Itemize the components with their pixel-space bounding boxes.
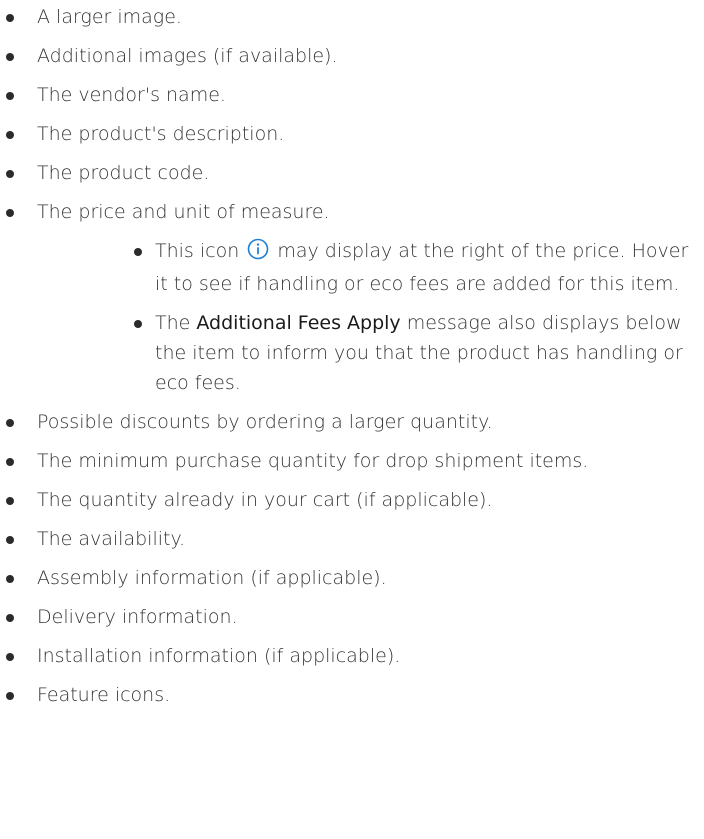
bullet: [6, 575, 14, 583]
additional-fees-label: Additional Fees Apply: [196, 312, 401, 334]
list-item-text: The minimum purchase quantity for drop s…: [37, 450, 589, 472]
bullet: [6, 692, 14, 700]
bullet: [6, 14, 14, 22]
list-item: Installation information (if applicable)…: [0, 641, 704, 671]
bullet: [6, 458, 14, 466]
list-item: The minimum purchase quantity for drop s…: [0, 446, 704, 476]
list-item: Delivery information.: [0, 602, 704, 632]
list-item-text: Feature icons.: [37, 684, 171, 706]
document-body: A larger image. Additional images (if av…: [0, 0, 704, 710]
list-item-text: The product's description.: [37, 123, 285, 145]
list-item: The product code.: [0, 158, 704, 188]
bullet: [6, 53, 14, 61]
info-circle-icon: [247, 238, 269, 269]
list-item-text: The quantity already in your cart (if ap…: [37, 489, 493, 511]
bullet: [134, 248, 142, 256]
product-details-list: A larger image. Additional images (if av…: [0, 2, 704, 710]
bullet: [6, 209, 14, 217]
bullet: [6, 419, 14, 427]
list-item-text: The availability.: [37, 528, 186, 550]
list-item-text: Possible discounts by ordering a larger …: [37, 411, 493, 433]
bullet: [6, 653, 14, 661]
bullet: [6, 497, 14, 505]
list-item-text: The vendor's name.: [37, 84, 226, 106]
sublist-text-before: The: [155, 312, 191, 334]
list-item: The quantity already in your cart (if ap…: [0, 485, 704, 515]
price-sublist: This icon may display at the right of th…: [37, 236, 704, 398]
list-item: A larger image.: [0, 2, 704, 32]
list-item: Feature icons.: [0, 680, 704, 710]
sublist-text-before: This icon: [155, 240, 240, 262]
list-item-text: Delivery information.: [37, 606, 238, 628]
list-item: The price and unit of measure. This icon…: [0, 197, 704, 398]
sublist-item-fees: The Additional Fees Apply message also d…: [37, 308, 704, 398]
list-item: The product's description.: [0, 119, 704, 149]
bullet: [6, 170, 14, 178]
bullet: [134, 320, 142, 328]
bullet: [6, 614, 14, 622]
list-item-text: The product code.: [37, 162, 210, 184]
sublist-item-info-icon: This icon may display at the right of th…: [37, 236, 704, 299]
list-item: Assembly information (if applicable).: [0, 563, 704, 593]
bullet: [6, 536, 14, 544]
list-item-text: A larger image.: [37, 6, 182, 28]
list-item: The availability.: [0, 524, 704, 554]
list-item: Possible discounts by ordering a larger …: [0, 407, 704, 437]
list-item: Additional images (if available).: [0, 41, 704, 71]
bullet: [6, 131, 14, 139]
list-item-text: The price and unit of measure.: [37, 201, 330, 223]
list-item-text: Additional images (if available).: [37, 45, 338, 67]
list-item: The vendor's name.: [0, 80, 704, 110]
bullet: [6, 92, 14, 100]
list-item-text: Assembly information (if applicable).: [37, 567, 387, 589]
list-item-text: Installation information (if applicable)…: [37, 645, 401, 667]
